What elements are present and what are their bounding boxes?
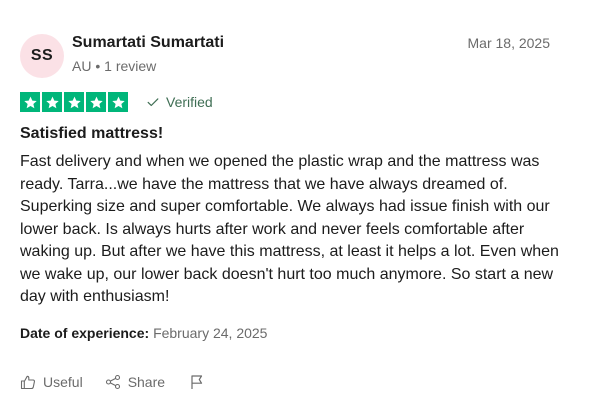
review-date: Mar 18, 2025 bbox=[467, 35, 551, 51]
star-icon bbox=[108, 92, 128, 112]
review-body: Fast delivery and when we opened the pla… bbox=[20, 153, 559, 305]
reviewer-review-count: 1 review bbox=[104, 58, 157, 74]
date-of-experience: Date of experience: February 24, 2025 bbox=[20, 325, 267, 341]
useful-button[interactable]: Useful bbox=[20, 374, 83, 390]
verified-label: Verified bbox=[166, 94, 213, 110]
avatar[interactable]: SS bbox=[20, 34, 64, 78]
flag-icon bbox=[191, 375, 203, 389]
useful-label: Useful bbox=[43, 374, 83, 390]
checkmark-icon bbox=[147, 98, 159, 107]
meta-separator: • bbox=[95, 58, 101, 74]
star-icon bbox=[64, 92, 84, 112]
reviewer-name[interactable]: Sumartati Sumartati bbox=[72, 34, 224, 52]
reviewer-meta: AU • 1 review bbox=[72, 58, 156, 74]
experience-date: February 24, 2025 bbox=[153, 325, 268, 341]
review-title[interactable]: Satisfied mattress! bbox=[20, 125, 163, 143]
thumbs-up-icon bbox=[20, 375, 35, 390]
avatar-initials: SS bbox=[30, 47, 54, 64]
review-actions: Useful Share bbox=[20, 374, 205, 390]
share-icon bbox=[105, 374, 120, 390]
share-button[interactable]: Share bbox=[105, 374, 165, 390]
experience-label: Date of experience: bbox=[20, 325, 150, 341]
star-icon bbox=[42, 92, 62, 112]
reviewer-country: AU bbox=[72, 58, 92, 74]
star-icon bbox=[20, 92, 40, 112]
star-rating bbox=[20, 92, 128, 112]
verified-badge[interactable]: Verified bbox=[146, 94, 213, 110]
share-label: Share bbox=[127, 374, 166, 390]
star-icon bbox=[86, 92, 106, 112]
report-button[interactable] bbox=[189, 374, 205, 390]
